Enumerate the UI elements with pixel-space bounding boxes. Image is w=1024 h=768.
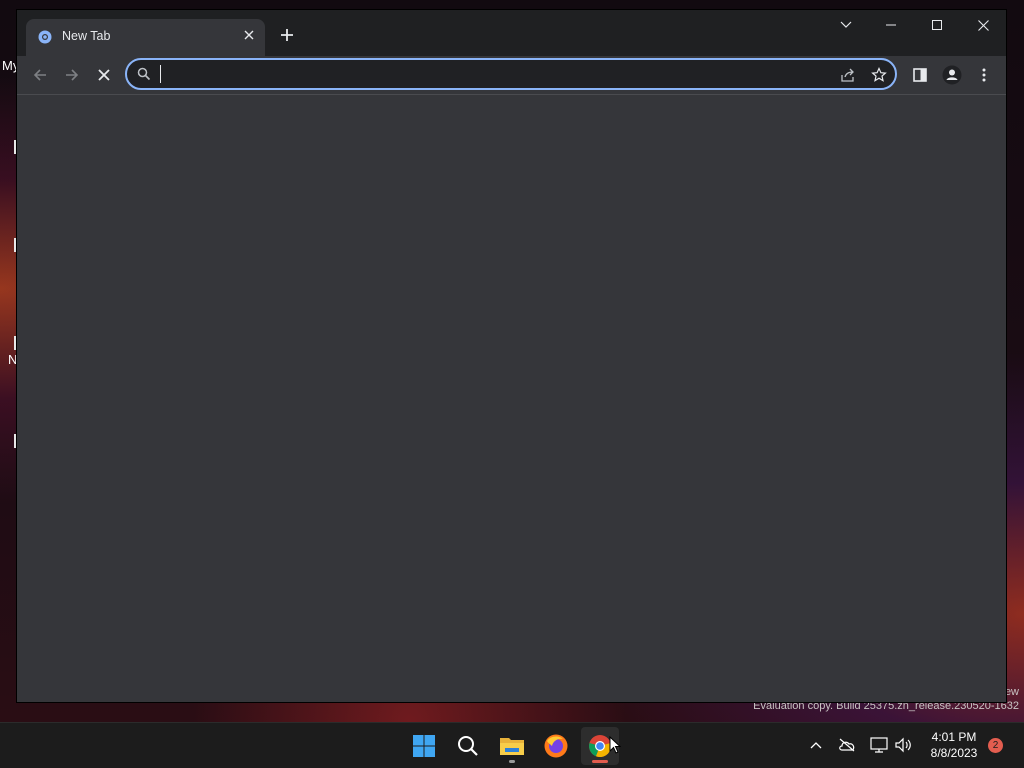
tab-new-tab[interactable]: New Tab [26, 19, 265, 56]
chevron-down-icon [840, 21, 852, 28]
clock-time: 4:01 PM [931, 730, 977, 744]
volume-button[interactable] [894, 736, 912, 754]
tab-search-button[interactable] [823, 10, 869, 40]
browser-window: New Tab [17, 10, 1006, 702]
show-hidden-icons-button[interactable] [807, 736, 825, 754]
kebab-menu-icon [982, 68, 986, 82]
network-icon [870, 737, 888, 753]
profile-button[interactable] [938, 61, 966, 89]
notification-badge[interactable]: 2 [988, 738, 1003, 753]
watermark-fragment: ew [1004, 686, 1019, 698]
chrome-newtab-icon [38, 30, 52, 44]
clock-date: 8/8/2023 [930, 746, 978, 760]
tab-strip: New Tab [17, 10, 1006, 56]
desktop-icon-label[interactable]: N [8, 352, 17, 367]
close-window-button[interactable] [960, 10, 1006, 40]
bookmark-star-icon [871, 67, 887, 82]
stop-loading-button[interactable] [90, 61, 118, 89]
minimize-icon [886, 24, 896, 26]
address-input[interactable] [159, 63, 823, 87]
onedrive-button[interactable] [838, 736, 856, 754]
onedrive-icon [839, 738, 855, 752]
taskbar: 4:01 PM 8/8/2023 2 [0, 722, 1024, 768]
firefox-button[interactable] [537, 727, 575, 765]
mouse-pointer-icon [609, 736, 621, 754]
maximize-icon [932, 20, 942, 30]
network-button[interactable] [870, 736, 888, 754]
start-button[interactable] [405, 727, 443, 765]
menu-button[interactable] [970, 61, 998, 89]
minimize-button[interactable] [868, 10, 914, 40]
side-panel-button[interactable] [906, 61, 934, 89]
forward-arrow-icon [66, 69, 79, 81]
back-arrow-icon [33, 69, 46, 81]
system-clock[interactable]: 4:01 PM 8/8/2023 [924, 729, 984, 761]
share-button[interactable] [837, 64, 859, 86]
text-caret [160, 65, 161, 83]
close-icon [977, 19, 989, 31]
plus-icon [281, 29, 293, 41]
firefox-icon [544, 734, 568, 758]
tab-title: New Tab [62, 29, 111, 43]
running-indicator [509, 760, 515, 763]
browser-toolbar [17, 56, 1006, 95]
active-indicator [592, 760, 608, 763]
search-icon [137, 67, 151, 81]
chevron-up-icon [810, 742, 822, 749]
taskbar-search-button[interactable] [449, 727, 487, 765]
back-button[interactable] [26, 61, 54, 89]
search-icon [458, 736, 478, 756]
close-icon[interactable] [241, 29, 257, 45]
profile-icon [942, 65, 962, 85]
bookmark-button[interactable] [868, 64, 890, 86]
maximize-button[interactable] [914, 10, 960, 40]
forward-button[interactable] [58, 61, 86, 89]
windows-start-icon [413, 735, 435, 757]
share-icon [841, 68, 854, 82]
file-explorer-button[interactable] [493, 727, 531, 765]
side-panel-icon [913, 68, 927, 82]
file-explorer-icon [500, 738, 524, 755]
address-bar[interactable] [125, 58, 897, 90]
new-tab-button[interactable] [275, 25, 299, 49]
stop-loading-icon [98, 69, 110, 81]
page-content [17, 95, 1006, 702]
volume-icon [895, 737, 911, 753]
